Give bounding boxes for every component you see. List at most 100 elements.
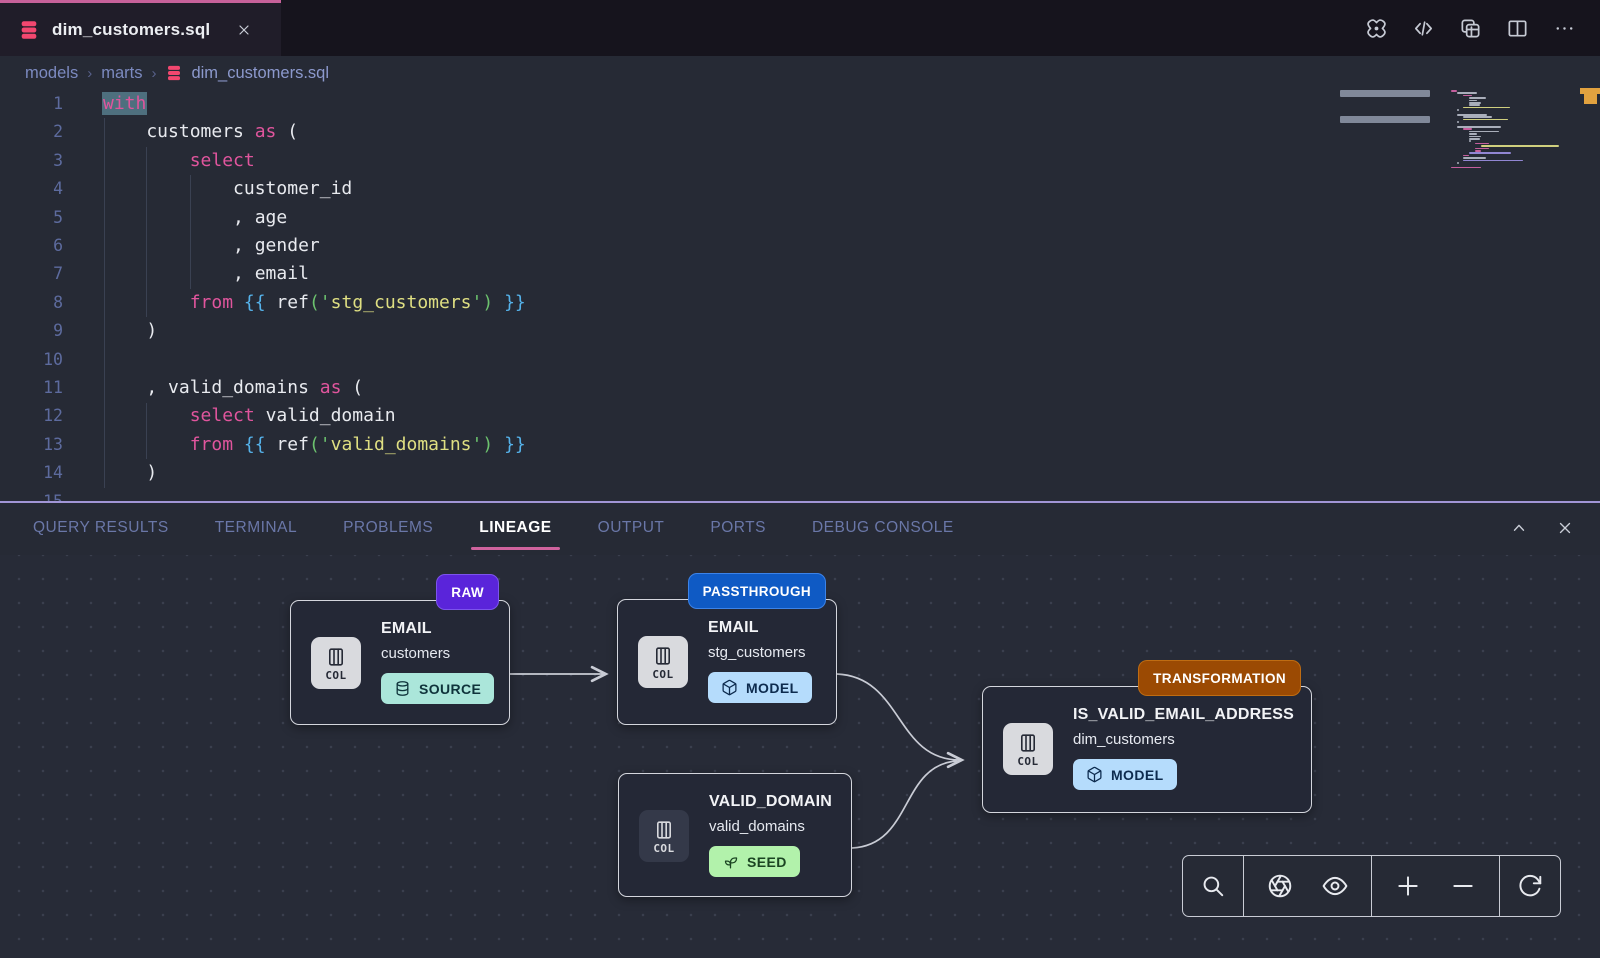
refresh-icon[interactable] (1511, 867, 1549, 905)
panel-tab-debug-console[interactable]: DEBUG CONSOLE (812, 519, 954, 537)
breadcrumb-file[interactable]: dim_customers.sql (165, 64, 329, 83)
edge-type-badge: RAW (436, 574, 499, 610)
column-chip: COL (638, 636, 688, 688)
minimap-line (1469, 97, 1486, 99)
minimap-ruler-mark (1340, 116, 1430, 123)
code-line-6[interactable]: 6 , gender (0, 232, 1600, 260)
column-chip: COL (639, 810, 689, 862)
code-text: with (103, 90, 146, 118)
minimap-line (1457, 162, 1459, 164)
minimap-line (1457, 109, 1459, 111)
code-line-12[interactable]: 12 select valid_domain (0, 402, 1600, 430)
tab-dim-customers-sql[interactable]: dim_customers.sql (0, 0, 281, 56)
minimap-line (1469, 104, 1480, 106)
lineage-node-valid_domains[interactable]: COLVALID_DOMAINvalid_domainsSEED (618, 773, 852, 897)
indent-guide (104, 118, 105, 488)
code-text: from {{ ref('valid_domains') }} (103, 431, 526, 459)
edge-type-badge: PASSTHROUGH (688, 573, 826, 609)
line-number: 14 (0, 459, 63, 487)
columns-icon (324, 645, 348, 669)
breadcrumb-item-models[interactable]: models (25, 64, 78, 83)
indent-guide (146, 147, 147, 317)
code-text: ) (103, 459, 157, 487)
model-name: valid_domains (709, 818, 841, 835)
app-window: { "colors": { "accent_pink": "#c7619a", … (0, 0, 1600, 956)
panel-tab-output[interactable]: OUTPUT (598, 519, 665, 537)
indent-guide (146, 403, 147, 459)
code-line-13[interactable]: 13 from {{ ref('valid_domains') }} (0, 431, 1600, 459)
chevron-up-icon[interactable] (1510, 519, 1528, 537)
minimap[interactable] (1330, 88, 1600, 203)
code-line-10[interactable]: 10 (0, 346, 1600, 374)
code-line-9[interactable]: 9 ) (0, 317, 1600, 345)
zoom-in-icon[interactable] (1389, 867, 1427, 905)
lineage-node-dim_customers[interactable]: TRANSFORMATIONCOLIS_VALID_EMAIL_ADDRESSd… (982, 686, 1312, 813)
model-name: stg_customers (708, 644, 826, 661)
close-tab-icon[interactable] (236, 22, 252, 38)
scrollbar-marker (1584, 94, 1597, 104)
copy-table-icon[interactable] (1459, 17, 1482, 40)
toolbar-group (1244, 856, 1372, 916)
breadcrumb: models›marts›dim_customers.sql (0, 56, 1600, 90)
code-line-5[interactable]: 5 , age (0, 204, 1600, 232)
code-text: select (103, 147, 255, 175)
panel-tab-terminal[interactable]: TERMINAL (215, 519, 297, 537)
seedling-icon (722, 853, 739, 870)
lineage-toolbar (1182, 855, 1561, 917)
breadcrumb-item-marts[interactable]: marts (101, 64, 142, 83)
line-number: 7 (0, 260, 63, 288)
search-icon[interactable] (1194, 867, 1232, 905)
node-content: EMAIL customers SOURCE (381, 620, 499, 704)
zoom-out-icon[interactable] (1444, 867, 1482, 905)
node-content: IS_VALID_EMAIL_ADDRESSdim_customersMODEL (1073, 706, 1301, 790)
edge-type-badge: TRANSFORMATION (1138, 660, 1301, 696)
column-chip: COL (311, 637, 361, 689)
minimap-line (1469, 133, 1477, 135)
aperture-icon[interactable] (1261, 867, 1299, 905)
resource-type-chip-seed: SEED (709, 846, 800, 877)
code-icon[interactable] (1412, 17, 1435, 40)
toolbar-group (1500, 856, 1560, 916)
model-name: customers (381, 645, 499, 662)
tab-title: dim_customers.sql (52, 20, 210, 40)
lineage-node-stg_customers[interactable]: PASSTHROUGHCOLEMAILstg_customersMODEL (617, 599, 837, 725)
bottom-panel: QUERY RESULTS TERMINAL PROBLEMS LINEAGE OUTP… (0, 501, 1600, 956)
panel-tab-ports[interactable]: PORTS (710, 519, 766, 537)
code-line-11[interactable]: 11 , valid_domains as ( (0, 374, 1600, 402)
minimap-line (1457, 121, 1459, 123)
editor-actions (1365, 0, 1600, 56)
minimap-line (1463, 157, 1486, 159)
panel-tab-query-results[interactable]: QUERY RESULTS (33, 519, 169, 537)
line-number: 1 (0, 90, 63, 118)
code-line-14[interactable]: 14 ) (0, 459, 1600, 487)
panel-tab-lineage[interactable]: LINEAGE (479, 519, 551, 537)
line-number: 9 (0, 317, 63, 345)
lineage-node-customers[interactable]: RAWCOLEMAILcustomersSOURCE (290, 600, 510, 725)
panel-tab-problems[interactable]: PROBLEMS (343, 519, 433, 537)
resource-type-chip-model: MODEL (708, 672, 812, 703)
code-line-7[interactable]: 7 , email (0, 260, 1600, 288)
dbt-icon[interactable] (1365, 17, 1388, 40)
more-icon[interactable] (1553, 17, 1576, 40)
close-icon[interactable] (1556, 519, 1574, 537)
column-name: EMAIL (381, 620, 499, 638)
node-content: VALID_DOMAINvalid_domainsSEED (709, 793, 841, 877)
toolbar-group (1372, 856, 1500, 916)
eye-icon[interactable] (1316, 867, 1354, 905)
code-line-8[interactable]: 8 from {{ ref('stg_customers') }} (0, 289, 1600, 317)
code-line-15[interactable]: 15 (0, 488, 1600, 501)
code-text: from {{ ref('stg_customers') }} (103, 289, 526, 317)
code-text: , age (103, 204, 287, 232)
resource-type-chip-source: SOURCE (381, 673, 494, 704)
toolbar-group (1183, 856, 1244, 916)
minimap-ruler-mark (1340, 90, 1430, 97)
split-editor-icon[interactable] (1506, 17, 1529, 40)
lineage-canvas[interactable]: RAWCOLEMAILcustomersSOURCEPASSTHROUGHCOL… (0, 555, 1600, 958)
database-icon (165, 64, 183, 82)
code-text: ) (103, 317, 157, 345)
code-text: , gender (103, 232, 320, 260)
code-text: , email (103, 260, 309, 288)
cube-icon (721, 679, 738, 696)
minimap-line (1469, 140, 1471, 142)
indent-guide (190, 175, 191, 289)
